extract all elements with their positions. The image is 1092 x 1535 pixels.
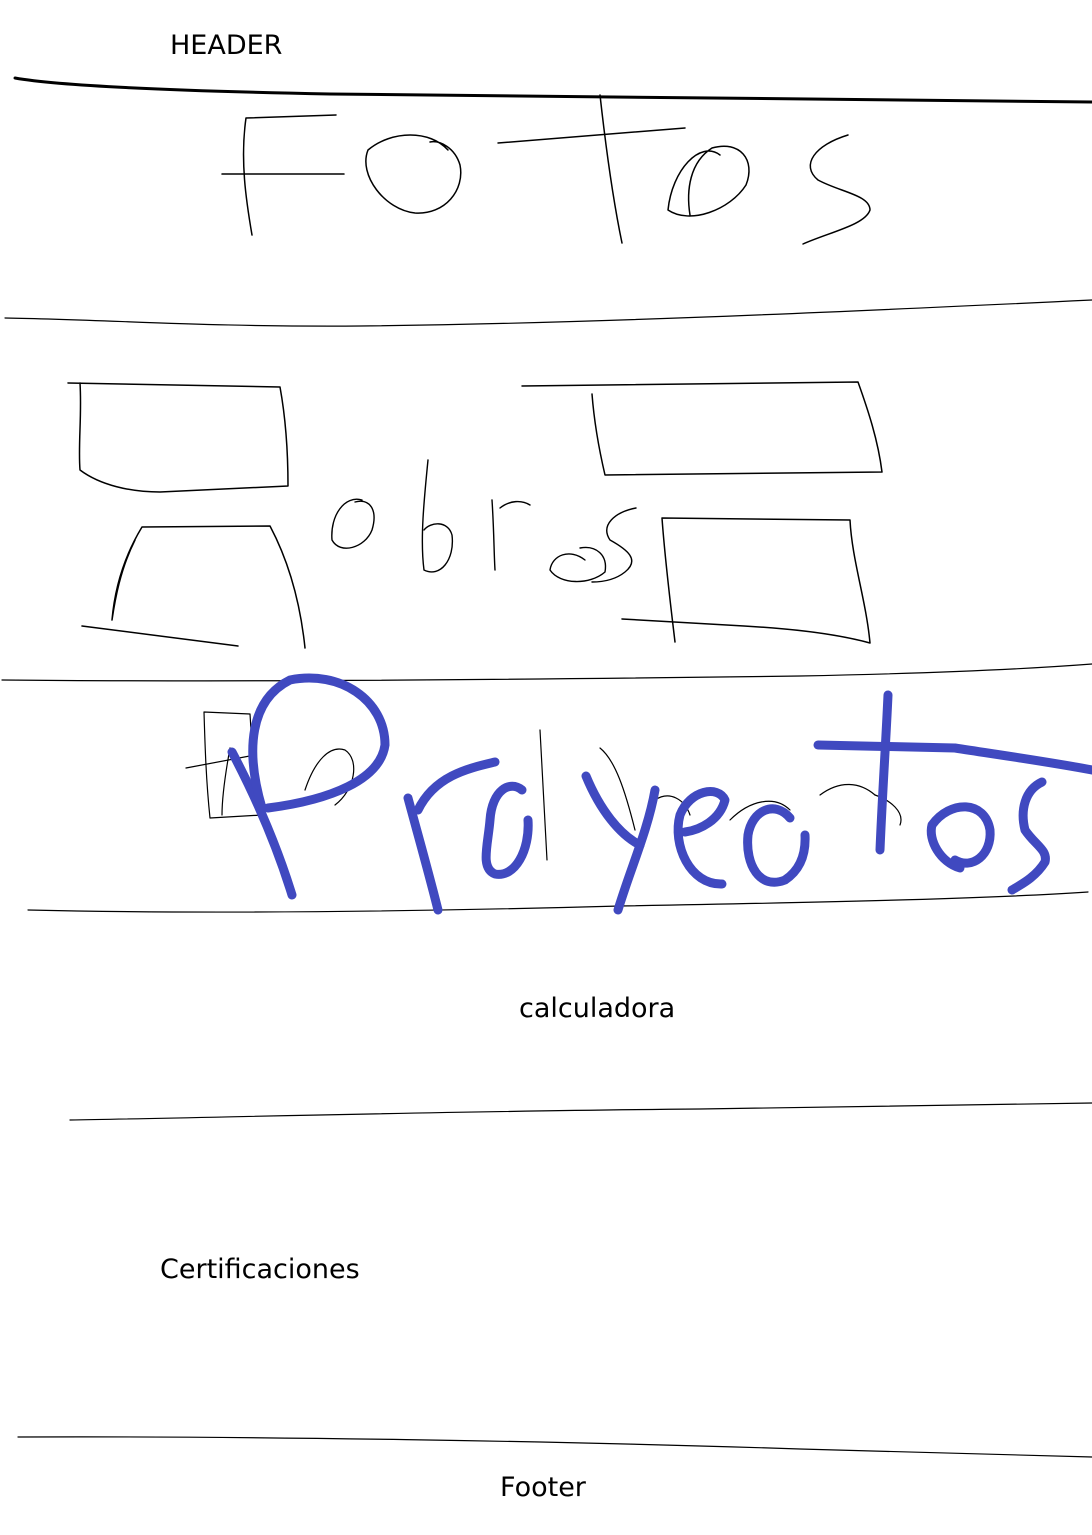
obras-image-boxes bbox=[67, 381, 883, 649]
fotos-handwritten-title bbox=[221, 94, 871, 245]
proyectos-pencil-sketch bbox=[185, 711, 902, 861]
footer-label: Footer bbox=[500, 1472, 586, 1503]
certificaciones-label: Certificaciones bbox=[160, 1254, 360, 1285]
image-box-top-left bbox=[67, 382, 289, 493]
image-box-bottom-left bbox=[81, 525, 306, 649]
obras-handwritten-title bbox=[331, 459, 637, 583]
section-dividers bbox=[1, 76, 1092, 1458]
fotos-divider bbox=[4, 299, 1092, 327]
proyectos-divider bbox=[27, 891, 1089, 913]
proyectos-handwritten-title bbox=[227, 673, 1092, 915]
obras-divider bbox=[1, 663, 1092, 682]
wireframe-sketch bbox=[1, 76, 1092, 1458]
header-divider bbox=[13, 76, 1092, 104]
calculadora-label: calculadora bbox=[519, 993, 676, 1024]
certificaciones-divider bbox=[17, 1436, 1092, 1458]
image-box-top-right bbox=[521, 381, 883, 476]
image-box-bottom-right bbox=[621, 517, 871, 644]
calculadora-divider bbox=[69, 1102, 1092, 1121]
header-label: HEADER bbox=[170, 30, 283, 61]
